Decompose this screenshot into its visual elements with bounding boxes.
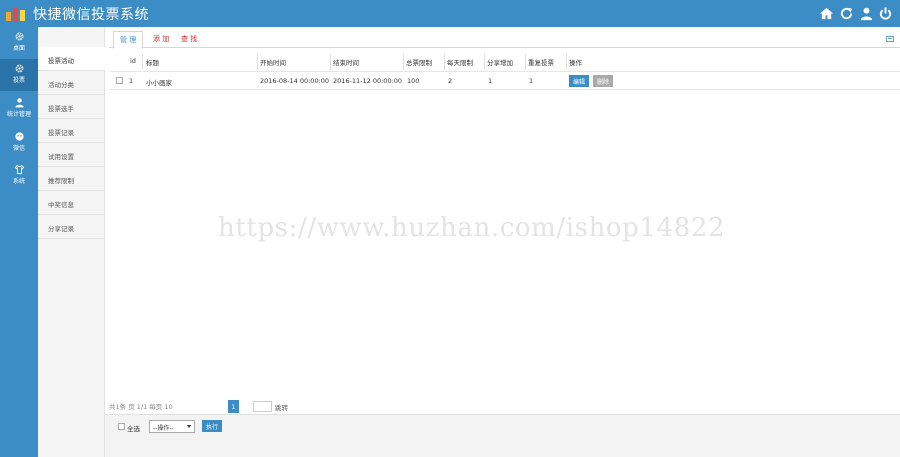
chevron-down-icon xyxy=(187,425,191,428)
sidebar-item-vote[interactable]: 投票 xyxy=(0,59,38,91)
submenu-item-vote-records[interactable]: 投票记录 xyxy=(38,119,105,143)
column-divider xyxy=(142,54,143,70)
tab-add[interactable]: 添 加 xyxy=(153,34,169,44)
cell-title: 小小画家 xyxy=(146,79,172,87)
column-header-end: 结束时间 xyxy=(333,59,359,67)
submenu-item-contestants[interactable]: 投票选手 xyxy=(38,95,105,119)
goto-page-input[interactable] xyxy=(253,401,272,412)
watermark-text: https://www.huzhan.com/ishop14822 xyxy=(218,213,726,243)
column-divider xyxy=(403,54,404,70)
tab-bar: 管 理 添 加 查 找 xyxy=(109,30,900,49)
sidebar-item-stats[interactable]: 统计管理 xyxy=(0,93,38,125)
cell-share-add: 1 xyxy=(488,77,493,85)
column-header-repeat: 重复投票 xyxy=(528,59,554,67)
execute-button[interactable]: 执行 xyxy=(202,420,223,432)
delete-button[interactable]: 删除 xyxy=(593,75,614,87)
sidebar-item-label: 微信 xyxy=(12,145,25,152)
batch-action-bar: 全选 --操作-- 执行 xyxy=(105,414,900,457)
power-icon[interactable] xyxy=(878,6,893,21)
edit-button[interactable]: 编辑 xyxy=(569,75,590,87)
column-divider xyxy=(525,54,526,70)
goto-page-button[interactable]: 跳转 xyxy=(275,402,288,412)
tab-search[interactable]: 查 找 xyxy=(181,34,197,44)
cell-end-time: 2016-11-12 00:00:00 xyxy=(333,77,403,85)
column-divider xyxy=(566,54,567,70)
submenu-item-trial-settings[interactable]: 试用设置 xyxy=(38,143,105,167)
top-header: 快捷微信投票系统 xyxy=(0,0,900,27)
app-title: 快捷微信投票系统 xyxy=(33,7,149,23)
column-header-start: 开始时间 xyxy=(260,59,286,67)
table-row: 1 小小画家 2016-08-14 00:00:00 2016-11-12 00… xyxy=(110,71,900,90)
submenu-item-vote-activities[interactable]: 投票活动 xyxy=(38,47,105,71)
column-header-title: 标题 xyxy=(146,59,159,67)
sidebar-item-wechat[interactable]: 微信 xyxy=(0,127,38,159)
sidebar-item-label: 投票 xyxy=(12,77,25,84)
submenu-item-activity-categories[interactable]: 活动分类 xyxy=(38,71,105,95)
cell-start-time: 2016-08-14 00:00:00 xyxy=(260,77,330,85)
submenu-item-share-records[interactable]: 分享记录 xyxy=(38,215,105,239)
submenu-panel: 投票活动 活动分类 投票选手 投票记录 试用设置 推荐限制 中奖信息 分享记录 xyxy=(38,27,105,457)
submenu-item-referral-limits[interactable]: 推荐限制 xyxy=(38,167,105,191)
refresh-icon[interactable] xyxy=(839,6,854,21)
chat-icon xyxy=(14,132,24,141)
operation-select[interactable]: --操作-- xyxy=(149,420,195,433)
main-sidebar: 桌面 投票 统计管理 微信 系统 xyxy=(0,27,38,457)
logo-icon xyxy=(6,7,26,21)
column-header-total-limit: 总票限制 xyxy=(406,59,432,67)
gear-icon xyxy=(15,64,23,73)
user-icon xyxy=(14,98,24,108)
sidebar-item-label: 统计管理 xyxy=(6,111,31,118)
home-icon[interactable] xyxy=(819,6,834,21)
select-all-label: 全选 xyxy=(127,425,140,433)
submenu-item-prize-info[interactable]: 中奖信息 xyxy=(38,191,105,215)
cell-id: 1 xyxy=(129,77,134,85)
row-checkbox[interactable] xyxy=(116,77,123,84)
sidebar-item-label: 系统 xyxy=(12,178,25,185)
shirt-icon xyxy=(14,164,24,175)
column-header-id: id xyxy=(130,57,136,65)
panel-toggle-icon[interactable] xyxy=(886,36,894,42)
column-divider xyxy=(257,54,258,70)
cell-repeat: 1 xyxy=(529,77,534,85)
sidebar-item-desktop[interactable]: 桌面 xyxy=(0,27,38,59)
column-divider xyxy=(444,54,445,70)
table-header-row: id 标题 开始时间 结束时间 总票限制 每天限制 分享增加 重复投票 操作 xyxy=(110,54,900,70)
column-divider xyxy=(484,54,485,70)
user-icon[interactable] xyxy=(859,6,874,21)
operation-select-value: --操作-- xyxy=(153,425,174,432)
cell-daily-limit: 2 xyxy=(448,77,453,85)
sidebar-item-system[interactable]: 系统 xyxy=(0,160,38,192)
column-divider xyxy=(330,54,331,70)
column-header-share-add: 分享增加 xyxy=(487,59,513,67)
tab-manage[interactable]: 管 理 xyxy=(113,31,144,49)
column-header-actions: 操作 xyxy=(569,59,582,67)
page-number-button[interactable]: 1 xyxy=(228,400,239,413)
column-header-daily-limit: 每天限制 xyxy=(447,59,473,67)
pager-summary: 共1条 页 1/1 每页 10 xyxy=(109,403,173,411)
sidebar-item-label: 桌面 xyxy=(12,45,25,52)
select-all-checkbox[interactable] xyxy=(118,423,125,430)
cell-total-limit: 100 xyxy=(407,77,420,85)
gear-icon xyxy=(15,32,23,41)
